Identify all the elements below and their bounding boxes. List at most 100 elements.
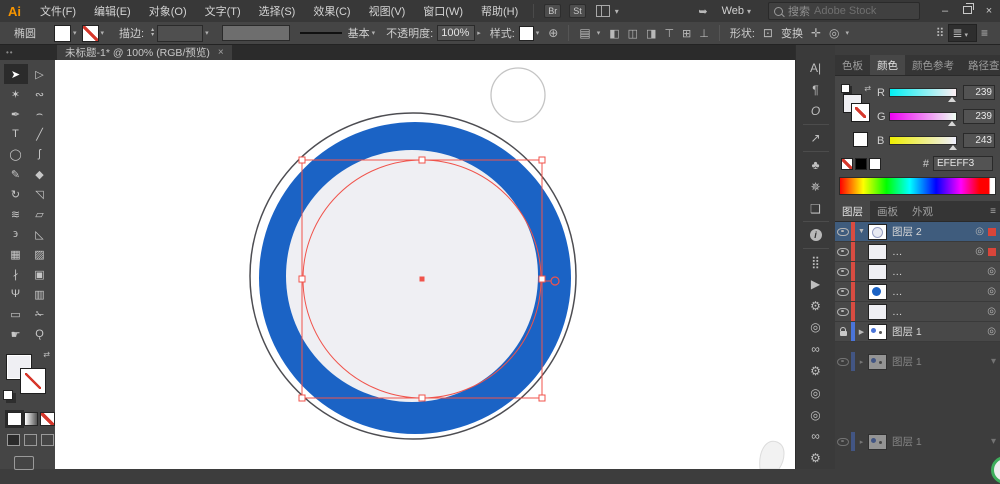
layers-panel-tab[interactable]: 画板 [870,201,905,221]
layer-thumbnail[interactable] [868,354,887,370]
layer-name[interactable]: 图层 1 [892,354,922,369]
channel-slider[interactable] [889,112,957,121]
chevron-down-icon[interactable]: ▾ [372,29,376,37]
expand-chevron-icon[interactable]: ▶ [855,328,868,336]
selection-handle[interactable] [299,395,305,401]
swap-fill-stroke-icon[interactable]: ⇄ [43,350,50,359]
swap-fill-stroke-icon[interactable]: ⇄ [864,84,871,93]
draw-behind-button[interactable] [24,434,37,446]
brush-definition-label[interactable]: 基本 [348,25,370,41]
pathfinder-panel-icon[interactable]: ❑ [796,198,835,220]
symbols-panel-icon[interactable]: ♣ [796,154,835,176]
color-panel-tab[interactable]: 颜色 [870,55,905,75]
watermark-shape[interactable] [760,441,784,469]
zoom-tool-icon[interactable]: Ǫ [28,324,52,344]
menu-item[interactable]: 编辑(E) [85,6,140,18]
stroke-proxy-swatch[interactable] [852,104,869,121]
curvature-tool-icon[interactable]: ⌢ [28,104,52,124]
stroke-mode-swatch[interactable] [853,132,868,147]
layers-panel-tab[interactable]: 外观 [905,201,940,221]
layer-thumbnail[interactable] [868,244,887,260]
none-swatch[interactable] [841,158,853,170]
visibility-cell[interactable] [835,438,851,446]
isolate-icon[interactable]: ✛ [811,26,821,40]
shaper-tool-icon[interactable]: ✎ [4,164,28,184]
transform-panel-icon[interactable]: ⣿ [796,251,835,273]
selection-indicator[interactable] [988,228,996,236]
visibility-cell[interactable] [835,358,851,366]
free-transform-tool-icon[interactable]: ▱ [28,204,52,224]
menu-item[interactable]: 文字(T) [196,6,250,18]
lasso-tool-icon[interactable]: ∾ [28,84,52,104]
selection-handle[interactable] [539,395,545,401]
layer-name[interactable]: 图层 2 [892,224,922,239]
selection-tool-icon[interactable]: ➤ [4,64,28,84]
align-right-icon[interactable]: ◨ [646,27,656,40]
actions-panel-icon[interactable]: ▶ [796,273,835,295]
align-middle-icon[interactable]: ⊞ [682,27,691,40]
default-fill-stroke-icon[interactable] [3,390,13,400]
magic-wand-tool-icon[interactable]: ✶ [4,84,28,104]
visibility-cell[interactable] [835,248,851,256]
lock-cell[interactable] [835,328,851,336]
links-panel-2-icon[interactable]: ∞ [796,425,835,447]
chevron-down-icon[interactable]: ▾ [101,29,105,37]
visibility-cell[interactable] [835,308,851,316]
draw-normal-button[interactable] [7,434,20,446]
cc-libraries-panel-3-icon[interactable]: ◎ [796,404,835,426]
none-button[interactable] [40,412,55,426]
slider-handle-icon[interactable] [948,97,956,102]
target-icon[interactable]: ◎ [987,286,996,297]
rotate-tool-icon[interactable]: ↻ [4,184,28,204]
layer-thumbnail[interactable] [868,284,887,300]
color-panel-tab[interactable]: 路径查找 [961,55,1000,75]
layers-panel-menu-icon[interactable]: ≡ [990,206,996,217]
column-graph-tool-icon[interactable]: ▥ [28,284,52,304]
panel-layout-button[interactable]: ≣▾ [948,24,977,42]
settings-panel-3-icon[interactable]: ⚙ [796,447,835,469]
chevron-down-icon[interactable]: ▾ [536,29,540,37]
layer-name[interactable]: … [892,306,903,318]
expand-chevron-icon[interactable]: ▼ [855,228,868,235]
close-tab-icon[interactable]: × [218,47,224,58]
channel-slider[interactable] [889,136,957,145]
fill-color-swatch[interactable] [54,25,71,42]
layer-row[interactable]: …◎ [835,262,1000,282]
layer-row[interactable]: …◎ [835,282,1000,302]
layer-thumbnail[interactable] [868,324,887,340]
color-panel-tab[interactable]: 色板 [835,55,870,75]
color-spectrum-bar[interactable] [839,177,996,195]
arrange-documents-icon[interactable] [596,5,610,17]
artboard-tool-icon[interactable]: ▭ [4,304,28,324]
layers-panel-tab[interactable]: 图层 [835,201,870,221]
menu-item[interactable]: 选择(S) [250,6,305,18]
selection-handle[interactable] [419,157,425,163]
blend-tool-icon[interactable]: ▣ [28,264,52,284]
chevron-down-icon[interactable]: ▾ [597,29,601,37]
preferences-icon[interactable]: ▤ [579,26,590,40]
close-button[interactable]: × [978,5,1000,17]
search-input[interactable]: 搜索 Adobe Stock [768,2,920,20]
layer-row[interactable]: ▸图层 1▾ [835,432,1000,451]
target-icon[interactable]: ◎ [975,246,984,257]
toolbar-drag-dots[interactable]: •• [6,48,14,57]
draw-inside-button[interactable] [41,434,54,446]
chevron-down-icon[interactable]: ▾ [991,436,996,447]
links-panel-icon[interactable]: ∞ [796,338,835,360]
chevron-right-icon[interactable]: ▸ [477,29,481,37]
layer-name[interactable]: … [892,286,903,298]
collapsed-layer-row[interactable]: ▸图层 1▾ [835,352,1000,371]
cc-libraries-panel-2-icon[interactable]: ◎ [796,382,835,404]
shape-builder-tool-icon[interactable]: ϶ [4,224,28,244]
layer-thumbnail[interactable] [868,304,887,320]
channel-value-input[interactable]: 239 [963,85,995,100]
menu-item[interactable]: 对象(O) [140,6,196,18]
select-similar-icon[interactable]: ◎ [829,26,839,40]
stroke-swatch[interactable] [21,369,45,393]
slice-tool-icon[interactable]: ✁ [28,304,52,324]
layer-row[interactable]: …◎ [835,302,1000,322]
layer-thumbnail[interactable] [868,224,887,240]
style-swatch[interactable] [519,26,534,41]
target-icon[interactable]: ◎ [987,306,996,317]
align-top-icon[interactable]: ⊤ [664,27,674,40]
